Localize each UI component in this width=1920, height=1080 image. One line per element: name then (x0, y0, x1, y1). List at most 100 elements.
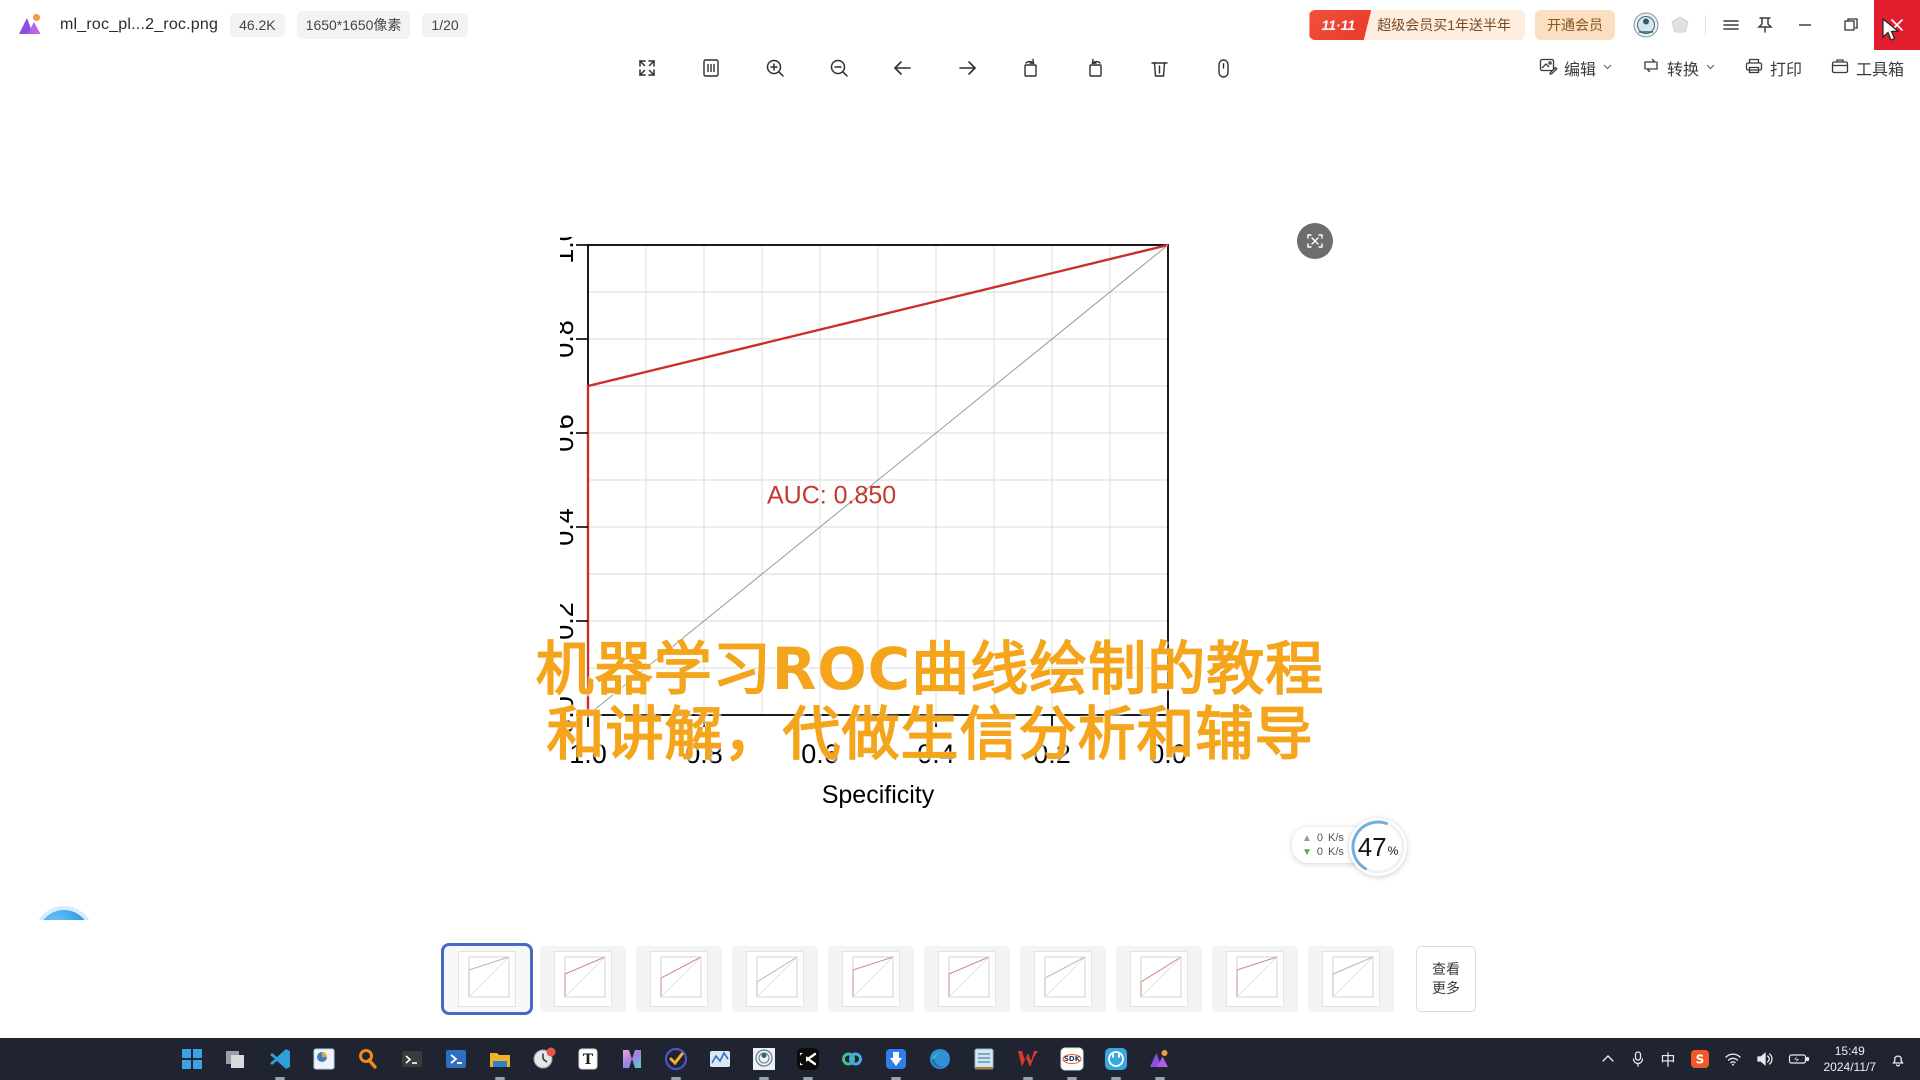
thumbnail-item[interactable] (828, 946, 914, 1012)
thumbnail-item[interactable] (1116, 946, 1202, 1012)
print-menu[interactable]: 打印 (1744, 56, 1802, 81)
photo-viewer-icon[interactable] (1144, 1043, 1176, 1075)
convert-menu-label: 转换 (1666, 62, 1699, 79)
edge-browser-icon[interactable] (924, 1043, 956, 1075)
rotate-left-icon[interactable] (1014, 51, 1048, 85)
recording-timer-badge[interactable]: 00:06 (38, 910, 90, 920)
upload-speed-row: ▲ 0 K/s (1302, 832, 1344, 844)
zoom-out-icon[interactable] (822, 51, 856, 85)
fit-screen-icon[interactable] (630, 51, 664, 85)
title-bar-right: 11·11 超级会员买1年送半年 开通会员 (1309, 0, 1920, 50)
application-window: ml_roc_pl...2_roc.png 46.2K 1650*1650像素 … (0, 0, 1920, 1080)
thumbnail-preview (1130, 951, 1188, 1007)
thumbnail-item[interactable] (636, 946, 722, 1012)
svg-text:SDK: SDK (1064, 1055, 1081, 1063)
ime-indicator[interactable]: 中 (1660, 1049, 1675, 1070)
task-view-icon[interactable] (220, 1043, 252, 1075)
previous-icon[interactable] (886, 51, 920, 85)
battery-icon[interactable] (1788, 1052, 1810, 1066)
thumbnail-item[interactable] (441, 943, 533, 1015)
capcut-icon[interactable] (792, 1043, 824, 1075)
roc-chart: 1.0 0.8 0.6 0.4 0.2 0.0 Specificity 0.0 0.2 0.4 0.… (504, 226, 1280, 920)
file-explorer-icon[interactable] (484, 1043, 516, 1075)
diamond-icon[interactable] (1663, 8, 1697, 42)
todo-check-icon[interactable] (660, 1043, 692, 1075)
maximize-icon[interactable] (1828, 0, 1874, 50)
clock-alarm-icon[interactable] (528, 1043, 560, 1075)
view-more-button[interactable]: 查看 更多 (1416, 946, 1476, 1012)
bell-icon[interactable] (1890, 1051, 1906, 1068)
printer-icon (1744, 56, 1764, 81)
taskbar-clock[interactable]: 15:49 2024/11/7 (1824, 1043, 1877, 1075)
svg-text:0.8: 0.8 (685, 739, 723, 769)
rotate-right-icon[interactable] (1078, 51, 1112, 85)
volume-icon[interactable] (1756, 1051, 1774, 1067)
notepad-icon[interactable] (968, 1043, 1000, 1075)
thumbnail-item[interactable] (540, 946, 626, 1012)
thumbnail-list (441, 943, 1394, 1015)
ubuntu-icon[interactable] (1100, 1043, 1132, 1075)
microphone-icon[interactable] (1630, 1050, 1646, 1068)
image-index-label: 1/20 (422, 13, 468, 37)
convert-icon (1641, 56, 1661, 81)
svg-text:0.2: 0.2 (560, 602, 579, 640)
file-size-label: 46.2K (230, 13, 285, 37)
svg-text:0.4: 0.4 (917, 739, 955, 769)
file-name-label: ml_roc_pl...2_roc.png (60, 16, 219, 33)
scan-image-icon[interactable] (1297, 223, 1333, 259)
terminal-icon[interactable] (396, 1043, 428, 1075)
user-avatar-icon[interactable] (1629, 8, 1663, 42)
image-viewer[interactable]: 1.0 0.8 0.6 0.4 0.2 0.0 Specificity 0.0 0.2 0.4 0.… (0, 92, 1920, 920)
edit-menu[interactable]: 编辑 (1538, 56, 1613, 81)
next-icon[interactable] (950, 51, 984, 85)
thumbnail-item[interactable] (732, 946, 818, 1012)
convert-menu[interactable]: 转换 (1641, 56, 1716, 81)
upload-speed-value: 0 (1316, 832, 1324, 844)
thumbnail-preview (1322, 951, 1380, 1007)
powershell-icon[interactable] (440, 1043, 472, 1075)
cpu-usage-gauge[interactable]: 47 % (1349, 818, 1407, 876)
windows-taskbar: T SDK 中 S 15:49 2024/11/7 (0, 1038, 1920, 1080)
gradient-app-icon[interactable] (616, 1043, 648, 1075)
zoom-in-icon[interactable] (758, 51, 792, 85)
pinned-blue-icon[interactable] (880, 1043, 912, 1075)
wifi-icon[interactable] (1724, 1051, 1742, 1067)
toolbox-menu[interactable]: 工具箱 (1830, 56, 1904, 81)
menu-icon[interactable] (1714, 8, 1748, 42)
infinity-app-icon[interactable] (836, 1043, 868, 1075)
print-menu-label: 打印 (1769, 62, 1802, 79)
chart-app-icon[interactable] (704, 1043, 736, 1075)
thumbnail-item[interactable] (1212, 946, 1298, 1012)
show-hidden-icons[interactable] (1600, 1051, 1616, 1067)
typora-icon[interactable]: T (572, 1043, 604, 1075)
thumbnail-preview (650, 951, 708, 1007)
svg-text:0.6: 0.6 (801, 739, 839, 769)
university-icon[interactable] (748, 1043, 780, 1075)
sogou-ime-icon[interactable]: S (1690, 1049, 1710, 1069)
wps-office-icon[interactable] (1012, 1043, 1044, 1075)
toolbox-icon (1830, 56, 1850, 81)
x-axis-label: Specificity (822, 781, 935, 809)
system-monitor-widget[interactable]: ▲ 0 K/s ▼ 0 K/s 47 % (1292, 818, 1407, 876)
delete-icon[interactable] (1142, 51, 1176, 85)
download-speed-unit: K/s (1328, 846, 1344, 858)
start-button[interactable] (176, 1043, 208, 1075)
thumbnail-item[interactable] (924, 946, 1010, 1012)
powerpoint-icon[interactable] (308, 1043, 340, 1075)
vscode-icon[interactable] (264, 1043, 296, 1075)
thumbnail-item[interactable] (1020, 946, 1106, 1012)
open-membership-button[interactable]: 开通会员 (1535, 10, 1615, 40)
view-more-line-1: 查看 (1432, 961, 1460, 978)
thumbnail-item[interactable] (1308, 946, 1394, 1012)
actual-size-icon[interactable] (694, 51, 728, 85)
thumbnail-preview (938, 951, 996, 1007)
everything-search-icon[interactable] (352, 1043, 384, 1075)
download-speed-row: ▼ 0 K/s (1302, 846, 1344, 858)
sdk-app-icon[interactable]: SDK (1056, 1043, 1088, 1075)
info-icon[interactable] (1206, 51, 1240, 85)
promo-banner[interactable]: 11·11 超级会员买1年送半年 (1309, 10, 1525, 40)
view-more-line-2: 更多 (1432, 980, 1460, 996)
app-logo-icon (16, 10, 46, 40)
pin-icon[interactable] (1748, 8, 1782, 42)
minimize-icon[interactable] (1782, 0, 1828, 50)
